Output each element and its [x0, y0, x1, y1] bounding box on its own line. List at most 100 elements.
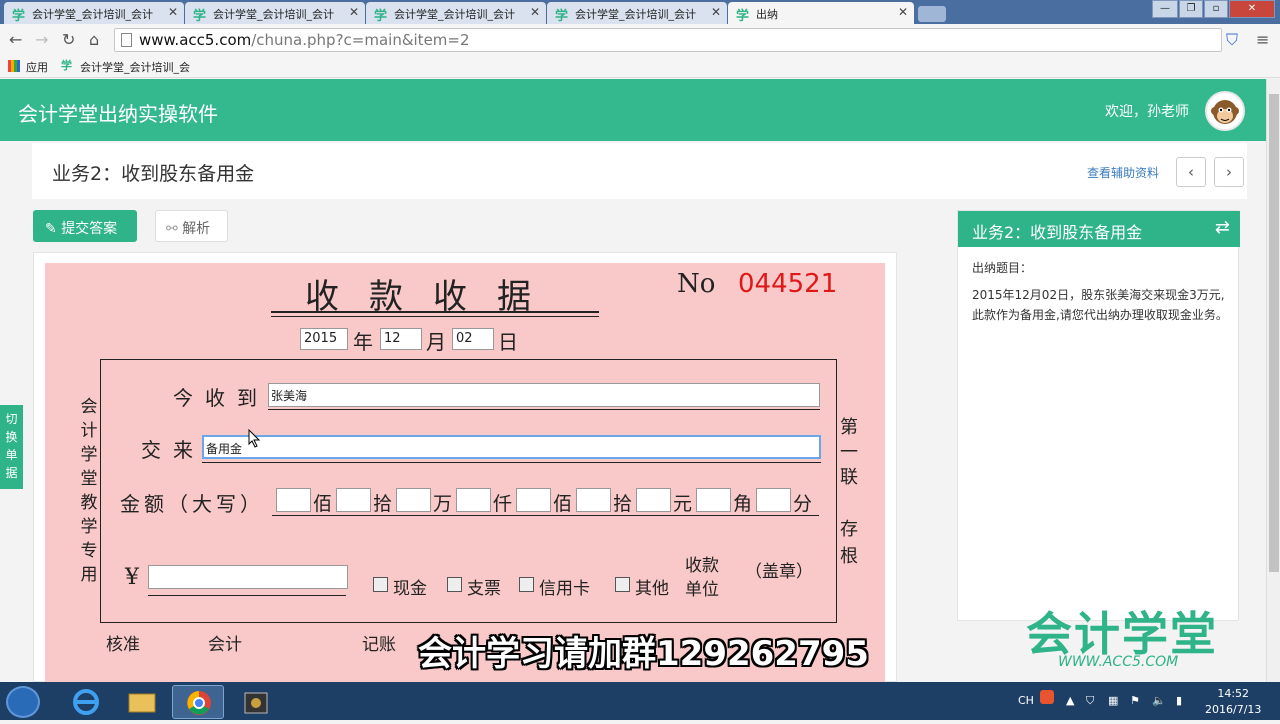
restore-button[interactable]: ❐: [1179, 0, 1203, 18]
back-icon[interactable]: ←: [9, 30, 22, 49]
amount-unit: 元: [673, 493, 693, 515]
day-label: 日: [498, 330, 518, 354]
amount-digit-input[interactable]: [456, 488, 491, 512]
day-input[interactable]: 02: [452, 328, 494, 350]
switch-voucher-button[interactable]: 切 换 单 据: [0, 405, 23, 489]
chrome-icon[interactable]: [172, 685, 224, 719]
amount-digit-input[interactable]: [516, 488, 551, 512]
browser-tab[interactable]: 学 会计学堂_会计培训_会计 ✕: [4, 2, 184, 24]
maximize-button[interactable]: ▫: [1204, 0, 1228, 18]
purpose-input[interactable]: 备用金: [202, 435, 821, 459]
amount-digit-input[interactable]: [756, 488, 791, 512]
amount-digit-input[interactable]: [276, 488, 311, 512]
amount-digit-input[interactable]: [636, 488, 671, 512]
page-title: 业务2：收到股东备用金: [52, 163, 255, 185]
side-char: 计: [80, 421, 98, 441]
flag-icon[interactable]: ⚑: [1130, 694, 1140, 707]
browser-tab[interactable]: 学 会计学堂_会计培训_会计 ✕: [547, 2, 727, 24]
close-icon[interactable]: ✕: [711, 5, 721, 19]
ie-icon[interactable]: [60, 685, 112, 719]
close-icon[interactable]: ✕: [530, 5, 540, 19]
amount-unit: 分: [793, 493, 813, 515]
task-panel-title: 业务2：收到股东备用金: [972, 223, 1143, 242]
address-bar[interactable]: www.acc5.com/chuna.php?c=main&item=2: [114, 28, 1222, 52]
amount-digit-input[interactable]: [396, 488, 431, 512]
approve-label: 核准: [106, 635, 140, 655]
amount-digit-input[interactable]: [696, 488, 731, 512]
underline: [148, 595, 346, 596]
browser-tab-active[interactable]: 学 出纳 ✕: [728, 2, 914, 24]
amount-unit: 佰: [313, 493, 333, 515]
side-char: 根: [840, 546, 858, 567]
check-checkbox[interactable]: [447, 577, 462, 592]
year-label: 年: [353, 330, 373, 354]
reload-icon[interactable]: ↻: [62, 30, 75, 49]
input-language[interactable]: CH: [1018, 694, 1034, 707]
apps-label[interactable]: 应用: [26, 59, 48, 75]
task-title-bar: 业务2：收到股东备用金 查看辅助资料 ‹ ›: [32, 143, 1247, 199]
task-panel: 业务2：收到股东备用金 ⇄ 出纳题目： 2015年12月02日，股东张美海交来现…: [957, 210, 1240, 621]
ime-icon[interactable]: [1040, 690, 1054, 704]
new-tab-button[interactable]: [918, 6, 946, 22]
clock[interactable]: 14:52 2016/7/13: [1205, 686, 1261, 718]
shield-icon[interactable]: ⛉: [1226, 30, 1238, 50]
received-from-input[interactable]: 张美海: [268, 383, 820, 407]
task-description: 2015年12月02日，股东张美海交来现金3万元,此款作为备用金,请您代出纳办理…: [972, 288, 1228, 322]
next-button[interactable]: ›: [1214, 157, 1244, 187]
window-close-button[interactable]: ✕: [1229, 0, 1275, 18]
submit-answer-button[interactable]: ✎ 提交答案: [33, 210, 137, 242]
payee-unit-label: 单位: [685, 580, 719, 600]
reference-link[interactable]: 查看辅助资料: [1087, 164, 1159, 181]
switch-icon[interactable]: ⇄: [1215, 217, 1230, 238]
avatar[interactable]: [1205, 91, 1245, 131]
folder-icon[interactable]: [116, 685, 168, 719]
start-button[interactable]: [6, 686, 40, 718]
volume-icon[interactable]: 🔈: [1152, 694, 1166, 707]
right-side-text: 第 一 联: [839, 415, 859, 490]
watermark-url: WWW.ACC5.COM: [1058, 654, 1179, 670]
month-input[interactable]: 12: [380, 328, 422, 350]
yen-amount-input[interactable]: [148, 565, 348, 589]
receipt-no-value: 044521: [738, 269, 838, 299]
signal-icon[interactable]: ▮: [1176, 694, 1182, 707]
amount-unit: 拾: [373, 493, 393, 515]
amount-unit: 万: [433, 493, 453, 515]
close-icon[interactable]: ✕: [349, 5, 359, 19]
side-char: 用: [80, 565, 98, 585]
recorder-icon[interactable]: [230, 685, 282, 719]
prev-button[interactable]: ‹: [1176, 157, 1206, 187]
switch-char: 换: [5, 430, 18, 444]
close-icon[interactable]: ✕: [168, 5, 178, 19]
amount-unit: 仟: [493, 493, 513, 515]
submit-label: 提交答案: [61, 221, 118, 237]
app-header: 会计学堂出纳实操软件 欢迎，孙老师: [0, 79, 1266, 141]
close-icon[interactable]: ✕: [898, 5, 908, 19]
amount-digit-input[interactable]: [576, 488, 611, 512]
scrollbar-thumb[interactable]: [1269, 94, 1279, 572]
scrollbar[interactable]: [1266, 79, 1280, 682]
bookkeeping-label: 记账: [362, 635, 396, 655]
cash-checkbox[interactable]: [373, 577, 388, 592]
apps-icon[interactable]: [8, 60, 20, 72]
amount-digit-input[interactable]: [336, 488, 371, 512]
accounting-label: 会计: [208, 635, 242, 655]
home-icon[interactable]: ⌂: [89, 30, 99, 49]
other-checkbox[interactable]: [615, 577, 630, 592]
bookmarks-bar: 应用 学 会计学堂_会计培训_会: [0, 56, 1280, 78]
bookmark-item[interactable]: 会计学堂_会计培训_会: [80, 59, 190, 75]
analyze-button[interactable]: ⚯ 解析: [155, 210, 228, 242]
other-label: 其他: [635, 579, 669, 599]
site-icon: 学: [736, 9, 750, 24]
credit-card-checkbox[interactable]: [519, 577, 534, 592]
switch-char: 据: [5, 466, 18, 480]
year-input[interactable]: 2015: [300, 328, 348, 350]
minimize-button[interactable]: —: [1152, 0, 1178, 18]
browser-tab[interactable]: 学 会计学堂_会计培训_会计 ✕: [185, 2, 365, 24]
menu-icon[interactable]: ≡: [1256, 30, 1269, 49]
tray-expand-icon[interactable]: ▲: [1066, 694, 1074, 707]
forward-icon[interactable]: →: [35, 30, 48, 49]
security-icon[interactable]: ⛉: [1086, 694, 1094, 708]
side-char: 教: [80, 493, 98, 513]
network-icon[interactable]: ▦: [1108, 694, 1118, 707]
browser-tab[interactable]: 学 会计学堂_会计培训_会计 ✕: [366, 2, 546, 24]
